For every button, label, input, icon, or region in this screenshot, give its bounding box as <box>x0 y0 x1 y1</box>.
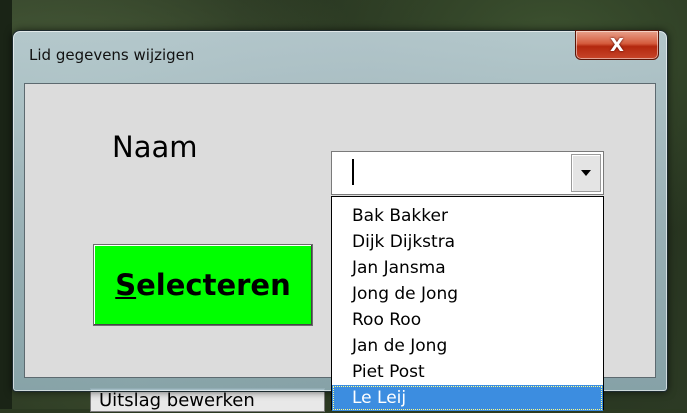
list-item[interactable]: Jan Jansma <box>332 255 603 281</box>
window-title: Lid gegevens wijzigen <box>29 46 195 64</box>
close-icon: X <box>610 34 624 56</box>
list-item[interactable]: Roo Roo <box>332 307 603 333</box>
list-item[interactable]: Jan de Jong <box>332 333 603 359</box>
selecteren-button[interactable]: Selecteren <box>93 244 313 326</box>
naam-combobox[interactable] <box>331 151 604 195</box>
select-button-hotkey: S <box>115 268 137 302</box>
naam-dropdown-list: Bak Bakker Dijk Dijkstra Jan Jansma Jong… <box>331 196 604 411</box>
chevron-down-icon <box>581 170 591 176</box>
list-item[interactable]: Dijk Dijkstra <box>332 229 603 255</box>
combo-dropdown-button[interactable] <box>571 154 601 192</box>
close-button[interactable]: X <box>575 30 659 60</box>
text-caret <box>352 159 354 185</box>
list-item[interactable]: Bak Bakker <box>332 203 603 229</box>
list-item[interactable]: Piet Post <box>332 359 603 385</box>
list-item[interactable]: Jong de Jong <box>332 281 603 307</box>
desktop-edge <box>0 0 12 409</box>
naam-label: Naam <box>112 130 198 164</box>
list-item-selected[interactable]: Le Leij <box>332 385 603 411</box>
select-button-label: electeren <box>136 268 291 302</box>
